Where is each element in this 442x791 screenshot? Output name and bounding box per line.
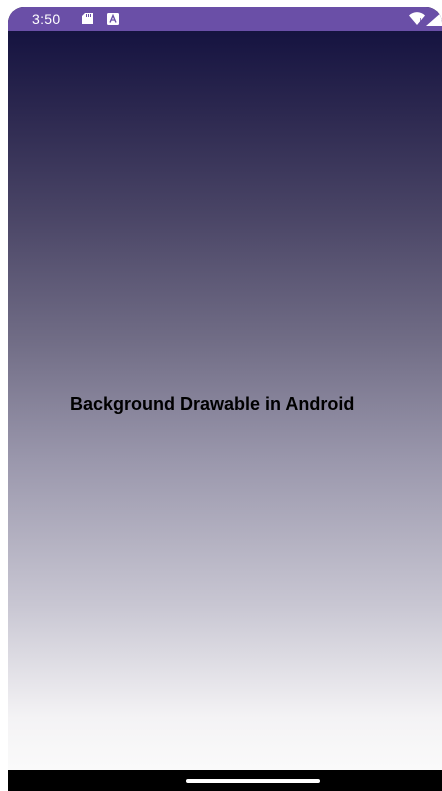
svg-text:!: ! — [419, 17, 422, 25]
gradient-background: Background Drawable in Android — [8, 31, 442, 770]
a-notification-icon — [107, 13, 119, 25]
phone-screen: 3:50 ! Background Drawable in Android — [8, 7, 442, 791]
navigation-bar — [8, 770, 442, 791]
sd-card-icon — [82, 13, 93, 24]
status-time: 3:50 — [32, 11, 61, 27]
wifi-icon: ! — [409, 12, 425, 25]
signal-icon — [426, 12, 442, 26]
home-handle[interactable] — [186, 779, 320, 783]
headline-text: Background Drawable in Android — [70, 394, 355, 414]
status-bar: 3:50 ! — [8, 7, 442, 31]
